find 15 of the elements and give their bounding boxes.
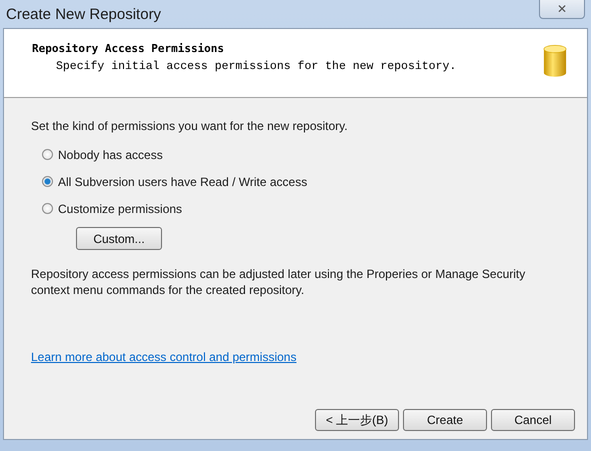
radio-option[interactable]: All Subversion users have Read / Write access: [42, 172, 308, 191]
wizard-button[interactable]: < 上一步(B): [315, 409, 399, 431]
window-title: Create New Repository: [6, 6, 162, 22]
radio-option[interactable]: Nobody has access: [42, 145, 163, 164]
custom-button[interactable]: Custom...: [76, 227, 162, 250]
instruction-text: Set the kind of permissions you want for the new repository.: [31, 119, 348, 133]
close-button[interactable]: ✕: [539, 0, 585, 19]
wizard-button[interactable]: Create: [403, 409, 487, 431]
wizard-button[interactable]: Cancel: [491, 409, 575, 431]
help-link[interactable]: Learn more about access control and permissions: [31, 350, 296, 364]
database-icon: [543, 44, 567, 78]
radio-option[interactable]: Customize permissions: [42, 199, 182, 218]
page-title: Repository Access Permissions: [32, 42, 226, 55]
note-text: Repository access permissions can be adjusted later using the Properies or Manage Security context menu commands for the created repository.: [31, 266, 526, 298]
page-subtitle: Specify initial access permissions for the new repository.: [55, 60, 456, 73]
